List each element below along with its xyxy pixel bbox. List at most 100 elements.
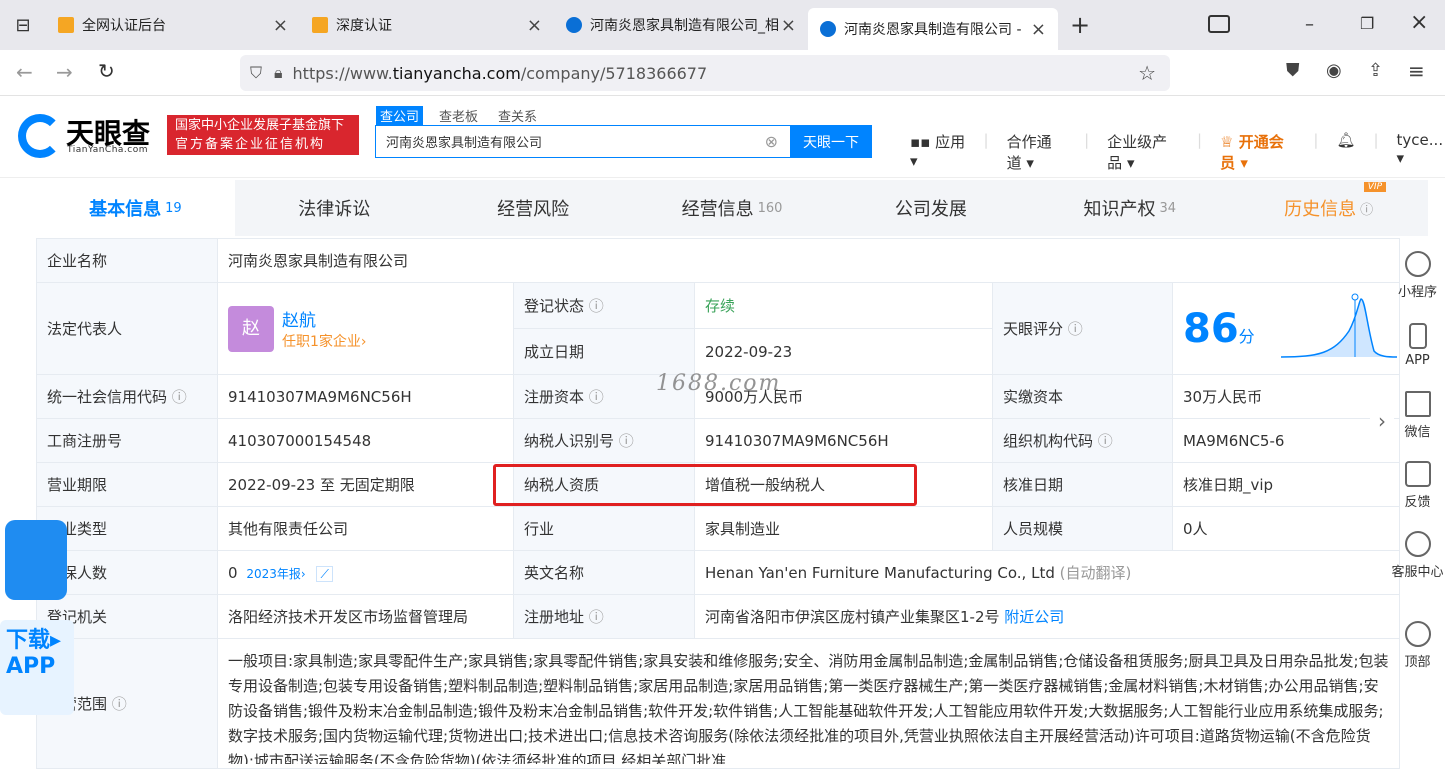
tab-basic-info[interactable]: 基本信息 19 bbox=[36, 180, 235, 236]
address: 河南省洛阳市伊滨区庞村镇产业集聚区1-2号 bbox=[705, 608, 1000, 626]
tab-title: 河南炎恩家具制造有限公司_相 bbox=[590, 18, 779, 34]
extensions-icon[interactable]: ⇪ bbox=[1368, 60, 1383, 81]
browser-tab[interactable]: 河南炎恩家具制造有限公司_相 × bbox=[554, 0, 808, 50]
help-icon[interactable]: ⓘ bbox=[1068, 320, 1083, 338]
biz-reg-no: 410307000154548 bbox=[217, 418, 514, 463]
avatar[interactable]: 赵 bbox=[228, 305, 274, 352]
search-tab-relation[interactable]: 查关系 bbox=[494, 106, 541, 125]
close-icon[interactable]: × bbox=[527, 15, 542, 36]
close-icon[interactable]: × bbox=[781, 15, 796, 36]
right-sidebar: 小程序 APP 微信 反馈 客服中心 顶部 bbox=[1390, 240, 1445, 680]
nav-enterprise[interactable]: 企业级产品 ▾ bbox=[1107, 131, 1179, 173]
help-icon[interactable]: ⓘ bbox=[589, 388, 604, 406]
logo-subtext: TianYanCha.com bbox=[67, 145, 149, 155]
score-value: 86 bbox=[1183, 305, 1239, 352]
account-icon[interactable]: ◉ bbox=[1326, 60, 1342, 81]
help-icon[interactable]: ⓘ bbox=[589, 608, 604, 626]
label-company-name: 企业名称 bbox=[36, 238, 218, 283]
business-scope-text: 一般项目:家具制造;家具零配件生产;家具销售;家具零配件销售;家具安装和维修服务… bbox=[228, 652, 1389, 764]
window-close-icon[interactable]: × bbox=[1410, 10, 1428, 35]
score-unit: 分 bbox=[1238, 326, 1255, 346]
score-cell[interactable]: 86分 bbox=[1172, 282, 1400, 375]
url-host: tianyancha.com bbox=[392, 63, 521, 83]
sidebar-app[interactable]: APP bbox=[1390, 310, 1445, 380]
divider: | bbox=[1313, 131, 1319, 149]
paid-capital: 30万人民币 bbox=[1172, 374, 1400, 419]
help-icon[interactable]: ⓘ bbox=[589, 297, 604, 315]
sidebar-feedback[interactable]: 反馈 bbox=[1390, 450, 1445, 520]
taxpayer-id: 91410307MA9M6NC56H bbox=[694, 418, 993, 463]
staff: 0人 bbox=[1172, 506, 1400, 551]
search-input[interactable]: 河南炎恩家具制造有限公司 ⊗ bbox=[375, 125, 791, 158]
url-field[interactable]: ⛉ 🔒︎ https://www. tianyancha.com/company/… bbox=[240, 55, 1170, 91]
bookmark-star-icon[interactable]: ☆ bbox=[1138, 61, 1156, 85]
grid-icon: ▪▪ bbox=[910, 133, 936, 151]
bell-icon[interactable]: 🔔︎ bbox=[1336, 131, 1355, 173]
help-icon[interactable]: ⓘ bbox=[172, 388, 187, 406]
tab-development[interactable]: 公司发展 bbox=[831, 180, 1031, 236]
restore-icon[interactable]: ❐ bbox=[1360, 14, 1374, 33]
search-tab-boss[interactable]: 查老板 bbox=[435, 106, 482, 125]
favicon-icon bbox=[820, 21, 836, 37]
reload-icon[interactable]: ↻ bbox=[98, 59, 115, 83]
tab-view-icon[interactable] bbox=[1208, 15, 1230, 33]
divider: | bbox=[1084, 131, 1090, 149]
tab-ip[interactable]: 知识产权 34 bbox=[1030, 180, 1230, 236]
sidebar-mini-program[interactable]: 小程序 bbox=[1390, 240, 1445, 310]
nav-apps[interactable]: ▪▪ 应用 ▾ bbox=[910, 131, 966, 173]
collapse-arrow-icon[interactable]: › bbox=[1370, 404, 1394, 438]
url-path: /company/5718366677 bbox=[520, 63, 708, 83]
menu-icon[interactable]: ≡ bbox=[1408, 59, 1425, 83]
english-name-cell: Henan Yan'en Furniture Manufacturing Co.… bbox=[694, 550, 1400, 595]
tab-title: 深度认证 bbox=[336, 18, 392, 34]
browser-tab[interactable]: 全网认证后台 × bbox=[46, 0, 300, 50]
label-term: 营业期限 bbox=[36, 462, 218, 507]
browser-tab-active[interactable]: 河南炎恩家具制造有限公司 - × bbox=[808, 8, 1058, 50]
shield-icon: ⛉ bbox=[250, 63, 263, 82]
org-code: MA9M6NC5-6 bbox=[1172, 418, 1400, 463]
label-english: 英文名称 bbox=[513, 550, 695, 595]
help-icon[interactable]: ⓘ bbox=[1098, 432, 1113, 450]
tianyancha-logo-icon[interactable] bbox=[18, 114, 62, 158]
minimize-icon[interactable]: – bbox=[1305, 14, 1314, 35]
found-date: 2022-09-23 bbox=[694, 328, 993, 375]
search-tab-company[interactable]: 查公司 bbox=[376, 106, 424, 125]
help-icon[interactable]: ⓘ bbox=[619, 432, 634, 450]
close-icon[interactable]: × bbox=[273, 15, 288, 36]
browser-tab[interactable]: 深度认证 × bbox=[300, 0, 554, 50]
back-icon[interactable]: ← bbox=[16, 60, 33, 84]
nav-user[interactable]: tyce... ▾ bbox=[1397, 131, 1445, 173]
credit-code: 91410307MA9M6NC56H bbox=[217, 374, 514, 419]
nearby-companies-link[interactable]: 附近公司 bbox=[1004, 608, 1064, 626]
tab-list-icon[interactable]: ⊟ bbox=[0, 0, 46, 50]
sidebar-wechat[interactable]: 微信 bbox=[1390, 380, 1445, 450]
pocket-icon[interactable]: ⛊ bbox=[1286, 60, 1300, 81]
tab-risk[interactable]: 经营风险 bbox=[433, 180, 633, 236]
download-app-widget[interactable]: 下载▸ APP bbox=[0, 520, 74, 715]
help-icon[interactable]: ⓘ bbox=[112, 695, 127, 713]
trend-chart-icon[interactable]: ⟋ bbox=[316, 565, 333, 582]
lock-icon: 🔒︎ bbox=[274, 63, 283, 82]
favicon-icon bbox=[312, 17, 328, 33]
score-curve bbox=[1280, 298, 1398, 358]
nav-partner[interactable]: 合作通道 ▾ bbox=[1007, 131, 1067, 173]
nav-vip[interactable]: ♕ 开通会员 ▾ bbox=[1220, 131, 1295, 173]
new-tab-icon[interactable]: + bbox=[1058, 0, 1102, 50]
tab-history[interactable]: 历史信息 ⓘ VIP bbox=[1229, 180, 1429, 236]
tab-operation[interactable]: 经营信息 160 bbox=[632, 180, 832, 236]
sidebar-top[interactable]: 顶部 bbox=[1390, 610, 1445, 680]
close-icon[interactable]: × bbox=[1031, 19, 1046, 40]
label-found-date: 成立日期 bbox=[513, 328, 695, 375]
clear-icon[interactable]: ⊗ bbox=[765, 132, 778, 151]
tab-legal[interactable]: 法律诉讼 bbox=[234, 180, 434, 236]
legal-rep-name[interactable]: 赵航 bbox=[282, 306, 367, 331]
forward-icon[interactable]: → bbox=[56, 60, 73, 84]
business-scope: 一般项目:家具制造;家具零配件生产;家具销售;家具零配件销售;家具安装和维修服务… bbox=[217, 638, 1400, 769]
annual-report-link[interactable]: 2023年报› bbox=[246, 567, 305, 581]
legal-rep-positions[interactable]: 任职1家企业› bbox=[282, 331, 367, 351]
divider: | bbox=[1197, 131, 1203, 149]
label-paid-capital: 实缴资本 bbox=[992, 374, 1173, 419]
headset-icon bbox=[1404, 530, 1431, 557]
search-button[interactable]: 天眼一下 bbox=[790, 125, 872, 158]
sidebar-service[interactable]: 客服中心 bbox=[1390, 520, 1445, 590]
